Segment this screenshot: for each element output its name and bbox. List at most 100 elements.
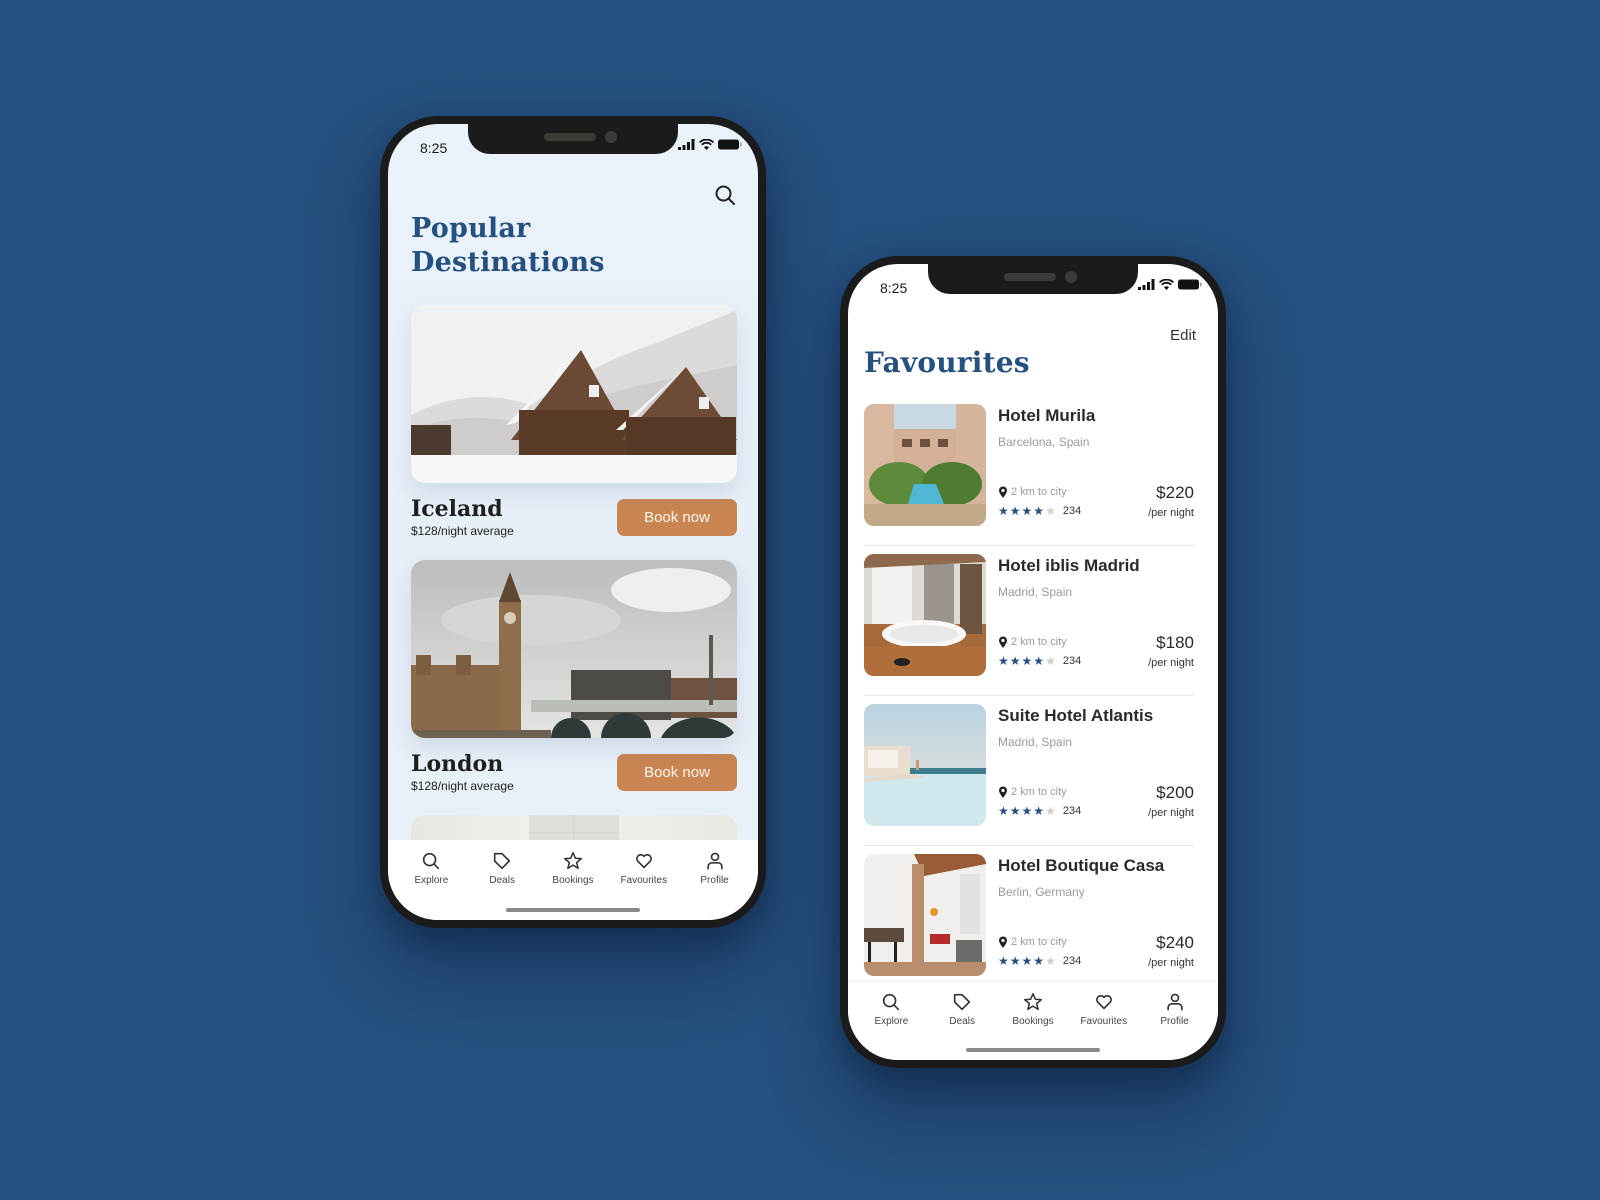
page-title: Favourites xyxy=(864,346,1030,379)
hotel-price: $220 xyxy=(1156,483,1194,502)
star-filled-icon: ★ xyxy=(1033,654,1045,668)
star-rating: ★ ★ ★ ★ ★ 234 xyxy=(998,805,1081,817)
snowy-village-photo[interactable] xyxy=(411,305,737,483)
page-title: Popular Destinations xyxy=(411,213,605,278)
heart-icon xyxy=(635,853,652,869)
hotel-distance: 2 km to city xyxy=(1011,486,1067,498)
review-count: 234 xyxy=(1062,655,1082,667)
big-ben-westminster-photo[interactable] xyxy=(411,560,737,738)
location-pin-icon xyxy=(999,486,1007,498)
review-count: 234 xyxy=(1062,955,1082,967)
battery-icon xyxy=(1178,279,1202,290)
hotel-price-unit: /per night xyxy=(1148,807,1194,819)
hotel-list-item[interactable]: Suite Hotel Atlantis Madrid, Spain 2 km … xyxy=(864,696,1194,846)
hotel-info: Hotel iblis Madrid Madrid, Spain 2 km to… xyxy=(998,554,1194,695)
star-empty-icon: ★ xyxy=(1045,954,1056,968)
hotel-name: Hotel Murila xyxy=(998,406,1096,425)
status-time: 8:25 xyxy=(420,140,448,156)
destination-list: Iceland $128/night average Book now Lond… xyxy=(411,305,737,855)
destination-price: $128/night average xyxy=(411,524,514,538)
hotel-location: Madrid, Spain xyxy=(998,735,1073,749)
destination-info: Iceland $128/night average Book now xyxy=(411,497,737,538)
hotel-name: Suite Hotel Atlantis xyxy=(998,706,1154,725)
favourites-screen: 8:25 Edit Favourites Hotel Murila Barcel… xyxy=(848,264,1218,1060)
tab-label: Profile xyxy=(700,875,729,886)
location-pin-icon xyxy=(999,786,1007,798)
notch xyxy=(928,264,1138,294)
star-filled-icon: ★ xyxy=(998,504,1009,518)
hotel-list-item[interactable]: Hotel Boutique Casa Berlin, Germany 2 km… xyxy=(864,846,1194,996)
tab-explore[interactable]: Explore xyxy=(398,850,464,920)
status-icons xyxy=(678,139,742,150)
star-filled-icon: ★ xyxy=(1033,804,1045,818)
hotel-info: Suite Hotel Atlantis Madrid, Spain 2 km … xyxy=(998,704,1194,845)
star-empty-icon: ★ xyxy=(1045,654,1056,668)
star-filled-icon: ★ xyxy=(1033,504,1045,518)
hotel-distance: 2 km to city xyxy=(1011,636,1067,648)
star-filled-icon: ★ xyxy=(998,654,1009,668)
tab-label: Explore xyxy=(874,1016,909,1027)
star-empty-icon: ★ xyxy=(1045,804,1056,818)
star-filled-icon: ★ xyxy=(1021,954,1033,968)
hotel-list-item[interactable]: Hotel iblis Madrid Madrid, Spain 2 km to… xyxy=(864,546,1194,696)
tab-label: Deals xyxy=(489,875,515,886)
book-now-button[interactable]: Book now xyxy=(617,754,737,791)
hotel-list-item[interactable]: Hotel Murila Barcelona, Spain 2 km to ci… xyxy=(864,396,1194,546)
boutique-interior-photo xyxy=(864,854,986,976)
wifi-icon xyxy=(699,139,714,150)
phone-destinations: 8:25 Popular Destinations Iceland $128/n… xyxy=(380,116,766,928)
tab-explore[interactable]: Explore xyxy=(858,991,924,1060)
tab-label: Bookings xyxy=(1012,1016,1054,1027)
hotel-distance: 2 km to city xyxy=(1011,936,1067,948)
book-now-button[interactable]: Book now xyxy=(617,499,737,536)
hotel-location: Madrid, Spain xyxy=(998,585,1073,599)
tab-label: Favourites xyxy=(620,875,668,886)
destination-card[interactable]: Iceland $128/night average Book now xyxy=(411,305,737,538)
hotel-location: Barcelona, Spain xyxy=(998,435,1090,449)
hotel-price: $200 xyxy=(1156,783,1194,802)
signal-icon xyxy=(1138,279,1155,290)
star-filled-icon: ★ xyxy=(1009,654,1021,668)
tag-icon xyxy=(954,993,971,1011)
edit-button[interactable]: Edit xyxy=(1170,327,1196,344)
star-empty-icon: ★ xyxy=(1045,504,1056,518)
hotel-location: Berlin, Germany xyxy=(998,885,1085,899)
star-rating: ★ ★ ★ ★ ★ 234 xyxy=(998,955,1081,967)
hotel-name: Hotel iblis Madrid xyxy=(998,556,1140,575)
star-filled-icon: ★ xyxy=(998,804,1009,818)
star-filled-icon: ★ xyxy=(998,954,1009,968)
hotel-price: $240 xyxy=(1156,933,1194,952)
tab-profile[interactable]: Profile xyxy=(682,850,748,920)
hotel-info: Hotel Murila Barcelona, Spain 2 km to ci… xyxy=(998,404,1194,545)
star-filled-icon: ★ xyxy=(1009,954,1021,968)
star-rating: ★ ★ ★ ★ ★ 234 xyxy=(998,655,1081,667)
destination-card[interactable]: London $128/night average Book now xyxy=(411,560,737,793)
hotel-name: Hotel Boutique Casa xyxy=(998,856,1165,875)
user-icon xyxy=(706,852,723,870)
destination-name: Iceland xyxy=(411,496,503,522)
tab-profile[interactable]: Profile xyxy=(1142,991,1208,1060)
star-filled-icon: ★ xyxy=(1021,804,1033,818)
review-count: 234 xyxy=(1062,505,1082,517)
location-pin-icon xyxy=(999,636,1007,648)
destinations-screen: 8:25 Popular Destinations Iceland $128/n… xyxy=(388,124,758,920)
hotel-distance-row: 2 km to city xyxy=(998,786,1067,798)
star-filled-icon: ★ xyxy=(1021,654,1033,668)
tab-label: Bookings xyxy=(552,875,594,886)
hotel-distance-row: 2 km to city xyxy=(998,936,1067,948)
star-filled-icon: ★ xyxy=(1033,954,1045,968)
location-pin-icon xyxy=(999,936,1007,948)
notch xyxy=(468,124,678,154)
hotel-price: $180 xyxy=(1156,633,1194,652)
destination-name: London xyxy=(411,751,504,777)
hotel-distance-row: 2 km to city xyxy=(998,636,1067,648)
hotel-price-unit: /per night xyxy=(1148,957,1194,969)
tab-bar: Explore Deals Bookings Favourites Profil… xyxy=(388,840,758,920)
star-filled-icon: ★ xyxy=(1021,504,1033,518)
destination-price: $128/night average xyxy=(411,779,514,793)
search-icon xyxy=(883,993,900,1011)
search-icon[interactable] xyxy=(714,184,736,206)
heart-icon xyxy=(1095,994,1112,1010)
signal-icon xyxy=(678,139,695,150)
hotel-price-unit: /per night xyxy=(1148,657,1194,669)
